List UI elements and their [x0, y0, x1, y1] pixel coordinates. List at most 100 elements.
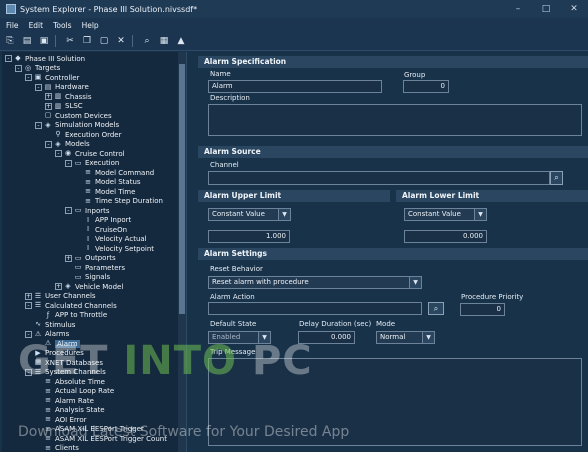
tree-node[interactable]: ≡ Absolute Time: [35, 377, 105, 387]
tree-node[interactable]: ≡ Alarm Rate: [35, 396, 94, 406]
tree-node[interactable]: - ◎ Targets: [15, 64, 60, 74]
collapse-icon[interactable]: -: [55, 150, 62, 158]
tree-node[interactable]: ⚠ Alarm: [35, 339, 80, 349]
tree-node[interactable]: + ▭ Outports: [65, 254, 116, 264]
copy-icon[interactable]: ❐: [80, 34, 94, 48]
minimize-button[interactable]: –: [504, 0, 532, 18]
alarm-action-input[interactable]: [208, 302, 422, 315]
maximize-button[interactable]: □: [532, 0, 560, 18]
open-icon[interactable]: ▤: [20, 34, 34, 48]
trip-message-input[interactable]: [208, 358, 582, 446]
tree-node[interactable]: - ⚠ Alarms: [25, 330, 69, 340]
scrollbar-thumb[interactable]: [179, 64, 185, 314]
tree-node[interactable]: ≡ ASAM XIL EESPort Trigger: [35, 425, 144, 435]
tree-node[interactable]: - ◉ Cruise Control: [55, 149, 125, 159]
tree-node[interactable]: + ▥ Chassis: [45, 92, 92, 102]
tree-node[interactable]: - ▤ Hardware: [35, 83, 89, 93]
tree-node[interactable]: - ◈ Simulation Models: [35, 121, 119, 131]
tree-node-label: Simulation Models: [55, 121, 120, 130]
tree-node[interactable]: ⚲ Execution Order: [45, 130, 121, 140]
tree-node[interactable]: - ▭ Execution: [65, 159, 119, 169]
collapse-icon[interactable]: -: [25, 302, 32, 310]
tree-node[interactable]: - ◆ Phase III Solution: [5, 54, 85, 64]
group-label: Group: [404, 71, 426, 79]
upper-limit-value-input[interactable]: 1.000: [208, 230, 290, 243]
name-input[interactable]: Alarm: [208, 80, 382, 93]
collapse-icon[interactable]: -: [35, 83, 42, 91]
tree-node[interactable]: ▦ XNET Databases: [25, 358, 103, 368]
delay-duration-input[interactable]: 0.000: [298, 331, 355, 344]
tree-node[interactable]: ≡ AOI Error: [35, 415, 86, 425]
mode-value: Normal: [380, 333, 406, 341]
tree-node[interactable]: I Velocity Actual: [75, 235, 147, 245]
tree-node[interactable]: ≡ Model Command: [75, 168, 154, 178]
tree-node[interactable]: + ☰ User Channels: [25, 292, 96, 302]
expand-icon[interactable]: +: [25, 292, 32, 300]
mode-dropdown[interactable]: Normal ▼: [376, 331, 435, 344]
expand-icon[interactable]: +: [55, 283, 62, 291]
tree-node[interactable]: - ▭ Inports: [65, 206, 110, 216]
tree-node[interactable]: ▢ Custom Devices: [35, 111, 112, 121]
procedure-priority-input[interactable]: 0: [460, 303, 505, 316]
group-input[interactable]: 0: [403, 80, 449, 93]
paste-icon[interactable]: ▢: [97, 34, 111, 48]
tree-node[interactable]: ≡ ASAM XIL EESPort Trigger Count: [35, 434, 167, 444]
collapse-icon[interactable]: -: [5, 55, 12, 63]
lower-limit-value-input[interactable]: 0.000: [404, 230, 487, 243]
tree-node[interactable]: ▶ Procedures: [25, 349, 84, 359]
tree-node[interactable]: I CruiseOn: [75, 225, 127, 235]
tree-node[interactable]: I Velocity Setpoint: [75, 244, 154, 254]
tree-node[interactable]: - ◈ Models: [45, 140, 90, 150]
collapse-icon[interactable]: -: [65, 159, 72, 167]
tree-node[interactable]: ≡ Model Status: [75, 178, 141, 188]
collapse-icon[interactable]: -: [25, 74, 32, 82]
collapse-icon[interactable]: -: [15, 64, 22, 72]
menu-help[interactable]: Help: [82, 21, 99, 30]
tree-node[interactable]: ≡ Model Time: [75, 187, 135, 197]
default-state-dropdown[interactable]: Enabled ▼: [208, 331, 271, 344]
close-button[interactable]: ✕: [560, 0, 588, 18]
lower-limit-mode-dropdown[interactable]: Constant Value ▼: [404, 208, 487, 221]
menu-tools[interactable]: Tools: [53, 21, 71, 30]
tree-node[interactable]: + ▥ SLSC: [45, 102, 83, 112]
collapse-icon[interactable]: -: [25, 330, 32, 338]
expand-icon[interactable]: +: [45, 102, 52, 110]
tree-node[interactable]: ∿ Stimulus: [25, 320, 75, 330]
collapse-icon[interactable]: -: [25, 368, 32, 376]
menu-file[interactable]: File: [6, 21, 19, 30]
tree-node[interactable]: - ☰ Calculated Channels: [25, 301, 117, 311]
title-bar: System Explorer - Phase III Solution.niv…: [0, 0, 588, 18]
collapse-icon[interactable]: -: [65, 207, 72, 215]
browse-channel-button[interactable]: ⌕: [550, 171, 563, 185]
tree-node[interactable]: - ▣ Controller: [25, 73, 79, 83]
collapse-icon[interactable]: -: [45, 140, 52, 148]
tree-node[interactable]: ▭ Signals: [65, 273, 110, 283]
menu-edit[interactable]: Edit: [29, 21, 44, 30]
find-icon[interactable]: ⌕: [140, 34, 154, 48]
expand-icon[interactable]: +: [45, 93, 52, 101]
tree-node[interactable]: ƒ APP to Throttle: [35, 311, 107, 321]
description-input[interactable]: [208, 104, 582, 136]
save-icon[interactable]: ▣: [37, 34, 51, 48]
delete-icon[interactable]: ✕: [114, 34, 128, 48]
cut-icon[interactable]: ✂: [63, 34, 77, 48]
tree-node[interactable]: ≡ Actual Loop Rate: [35, 387, 114, 397]
table-icon[interactable]: ▦: [157, 34, 171, 48]
browse-procedure-button[interactable]: ⌕: [428, 302, 444, 315]
system-tree[interactable]: - ◆ Phase III Solution - ◎ Targets - ▣ Controlle…: [2, 52, 187, 452]
new-icon[interactable]: ⎘: [3, 34, 17, 48]
tree-node[interactable]: - ☰ System Channels: [25, 368, 106, 378]
tree-node[interactable]: I APP Inport: [75, 216, 131, 226]
tree-node[interactable]: ≡ Time Step Duration: [75, 197, 163, 207]
tree-node[interactable]: ≡ Clients: [35, 444, 79, 452]
tree-node[interactable]: ▭ Parameters: [65, 263, 125, 273]
deploy-icon[interactable]: ▲: [174, 34, 188, 48]
channel-input[interactable]: [208, 171, 550, 185]
tree-scrollbar[interactable]: [178, 52, 186, 452]
collapse-icon[interactable]: -: [35, 121, 42, 129]
expand-icon[interactable]: +: [65, 254, 72, 262]
tree-node[interactable]: + ◈ Vehicle Model: [55, 282, 123, 292]
tree-node[interactable]: ≡ Analysis State: [35, 406, 105, 416]
reset-behavior-dropdown[interactable]: Reset alarm with procedure ▼: [208, 276, 422, 289]
upper-limit-mode-dropdown[interactable]: Constant Value ▼: [208, 208, 291, 221]
